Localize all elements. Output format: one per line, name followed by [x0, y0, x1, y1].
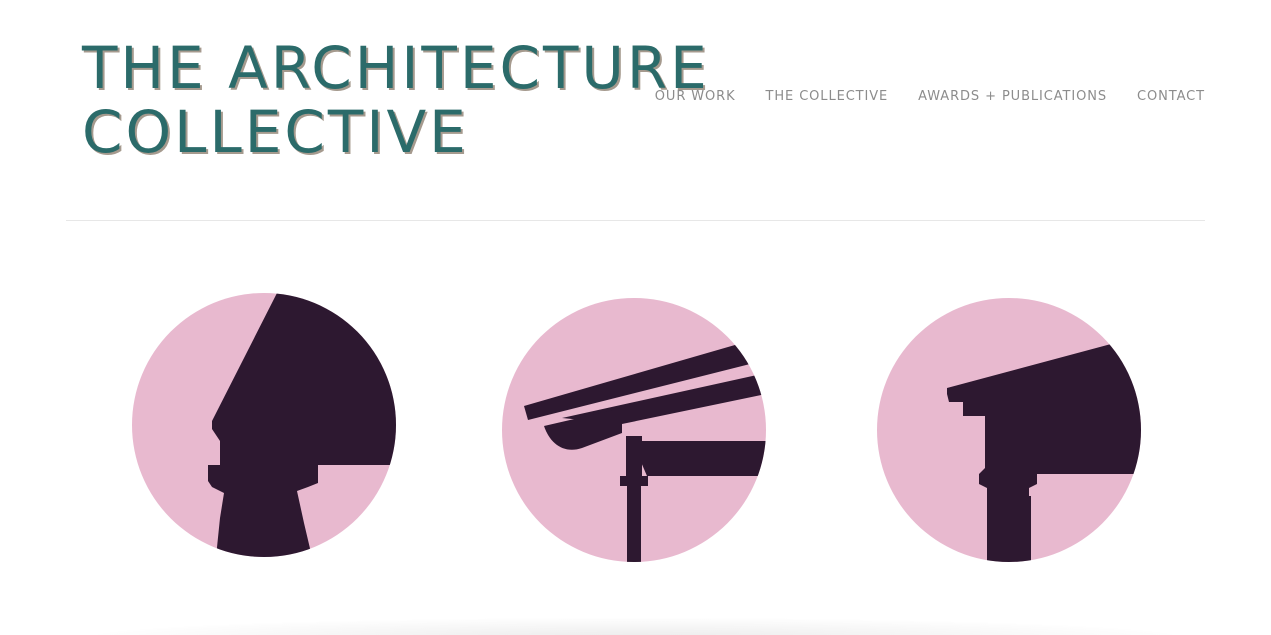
page: THE ARCHITECTURE COLLECTIVE OUR WORK THE…: [0, 0, 1271, 635]
nav-our-work[interactable]: OUR WORK: [655, 89, 736, 104]
nav-awards-publications[interactable]: AWARDS + PUBLICATIONS: [918, 89, 1107, 104]
roof-gutter-silhouette-icon[interactable]: [502, 298, 766, 562]
main-nav: OUR WORK THE COLLECTIVE AWARDS + PUBLICA…: [655, 89, 1205, 104]
content-shadow: [90, 618, 1180, 635]
logo-line-1: THE ARCHITECTURE: [82, 34, 710, 102]
site-logo[interactable]: THE ARCHITECTURE COLLECTIVE: [82, 36, 710, 164]
logo-line-2: COLLECTIVE: [82, 98, 469, 166]
nav-the-collective[interactable]: THE COLLECTIVE: [766, 89, 889, 104]
header-divider: [66, 220, 1205, 221]
column-capital-silhouette-icon[interactable]: [132, 293, 396, 557]
nav-contact[interactable]: CONTACT: [1137, 89, 1205, 104]
cornice-column-silhouette-icon[interactable]: [877, 298, 1141, 562]
